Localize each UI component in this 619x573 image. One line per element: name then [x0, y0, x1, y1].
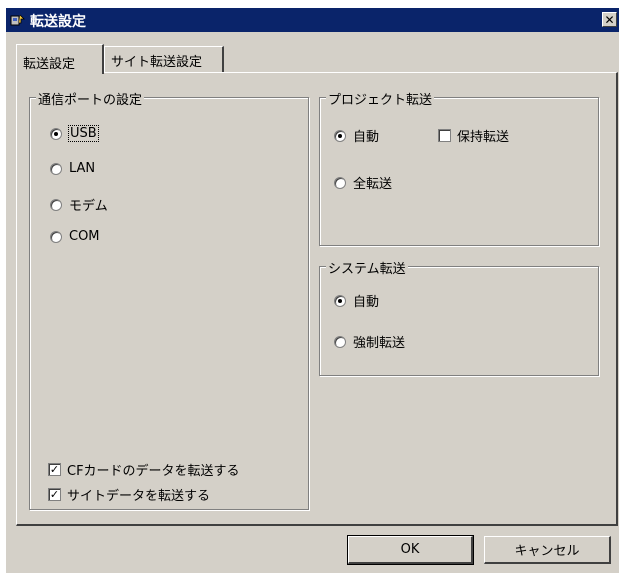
group-title: システム転送 [326, 258, 408, 277]
ok-button[interactable]: OK [347, 535, 474, 565]
checkbox-label: CFカードのデータを転送する [67, 464, 240, 479]
radio-label: 全転送 [353, 177, 393, 192]
radio-circle [50, 198, 62, 211]
radio-project-all[interactable]: 全転送 [334, 173, 392, 192]
check-icon: ✓ [48, 463, 61, 476]
radio-label: COM [69, 229, 100, 244]
radio-circle [50, 127, 62, 140]
radio-circle [334, 176, 346, 189]
group-title: 通信ポートの設定 [36, 89, 145, 108]
radio-label: 自動 [353, 295, 380, 310]
radio-circle [334, 129, 346, 142]
port-settings-group: 通信ポートの設定 USB LAN モデム COM ✓ CFカードのデータを転送す… [29, 89, 309, 510]
radio-label: 自動 [353, 130, 380, 145]
window-title: 転送設定 [30, 14, 86, 30]
radio-label: 強制転送 [353, 336, 406, 351]
radio-system-force[interactable]: 強制転送 [334, 332, 405, 351]
radio-com[interactable]: COM [50, 229, 100, 244]
group-title: プロジェクト転送 [326, 89, 435, 108]
radio-label: LAN [69, 161, 96, 176]
radio-circle [50, 162, 62, 175]
checkbox-cf-card-transfer[interactable]: ✓ CFカードのデータを転送する [48, 460, 240, 479]
checkbox-label: 保持転送 [457, 130, 510, 145]
cancel-button[interactable]: キャンセル [484, 536, 611, 564]
transfer-settings-dialog: 転送設定 ✕ 転送設定 サイト転送設定 通信ポートの設定 USB LAN モデム [6, 8, 619, 573]
tab-label: 転送設定 [23, 57, 76, 72]
tab-site-transfer-settings[interactable]: サイト転送設定 [104, 46, 224, 72]
checkbox-label: サイトデータを転送する [67, 489, 211, 504]
system-transfer-group: システム転送 自動 強制転送 [319, 258, 599, 376]
radio-usb[interactable]: USB [50, 125, 99, 142]
checkbox-site-data-transfer[interactable]: ✓ サイトデータを転送する [48, 485, 210, 504]
tab-panel: 通信ポートの設定 USB LAN モデム COM ✓ CFカードのデータを転送す… [16, 72, 618, 526]
radio-label: USB [68, 125, 99, 142]
checkbox-keep-transfer[interactable]: 保持転送 [438, 126, 509, 145]
radio-label: モデム [69, 199, 108, 214]
checkbox-box [438, 129, 451, 142]
title-bar[interactable]: 転送設定 ✕ [6, 8, 619, 32]
check-icon: ✓ [48, 488, 61, 501]
radio-system-auto[interactable]: 自動 [334, 291, 379, 310]
app-icon [10, 13, 26, 27]
close-icon[interactable]: ✕ [602, 12, 617, 27]
radio-modem[interactable]: モデム [50, 195, 108, 214]
radio-project-auto[interactable]: 自動 [334, 126, 379, 145]
radio-circle [334, 294, 346, 307]
radio-circle [50, 230, 62, 243]
radio-circle [334, 335, 346, 348]
tab-label: サイト転送設定 [111, 55, 203, 70]
tab-transfer-settings[interactable]: 転送設定 [16, 44, 104, 74]
project-transfer-group: プロジェクト転送 自動 保持転送 全転送 [319, 89, 599, 246]
radio-lan[interactable]: LAN [50, 161, 95, 176]
